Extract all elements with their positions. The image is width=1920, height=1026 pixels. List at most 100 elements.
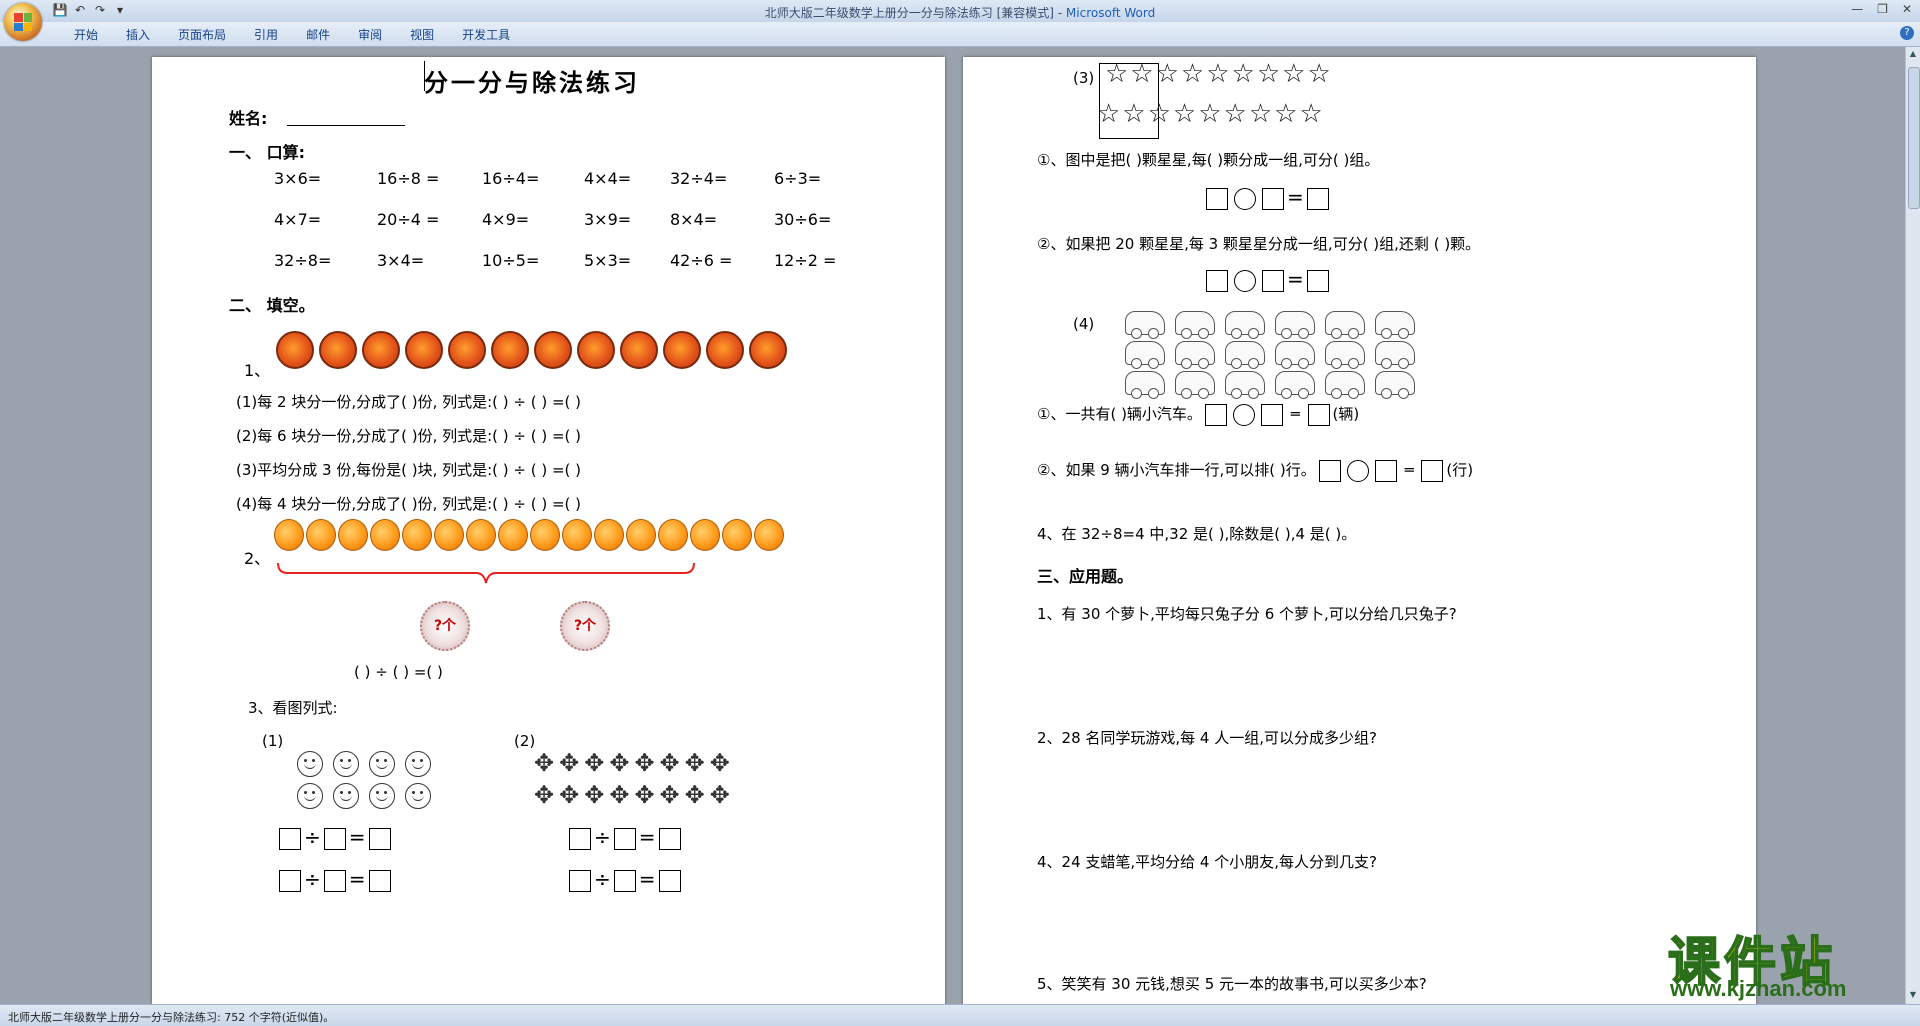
close-icon[interactable]: ✕: [1902, 2, 1912, 16]
help-icon[interactable]: ?: [1900, 26, 1914, 40]
oral-item: 4×4=: [584, 169, 632, 188]
tab-developer[interactable]: 开发工具: [448, 26, 524, 43]
car-icon: [1175, 341, 1215, 369]
pizza-icon: [405, 331, 443, 369]
oral-item: 12÷2 =: [774, 251, 837, 270]
pizza-icon: [620, 331, 658, 369]
oral-item: 4×9=: [482, 210, 530, 229]
tab-references[interactable]: 引用: [240, 26, 292, 43]
application-question-4: 4、24 支蜡笔,平均分给 4 个小朋友,每人分到几支?: [1037, 853, 1377, 871]
title-bar: 💾 ↶ ↷ ▾ 北师大版二年级数学上册分一分与除法练习 [兼容模式] - Mic…: [0, 0, 1920, 23]
orange-row: [274, 519, 786, 555]
oral-item: 6÷3=: [774, 169, 822, 188]
window-title: 北师大版二年级数学上册分一分与除法练习 [兼容模式] - Microsoft W…: [764, 6, 1156, 20]
fill-line-2: (2)每 6 块分一份,分成了( )份, 列式是:( ) ÷ ( ) =( ): [236, 427, 582, 445]
office-button[interactable]: [4, 3, 42, 41]
maximize-icon[interactable]: ❐: [1877, 2, 1888, 16]
smiley-icon: [333, 751, 359, 777]
flower-icon: ✥: [634, 781, 655, 809]
car-icon: [1375, 311, 1415, 339]
car-icon: [1275, 341, 1315, 369]
division-line: ( ) ÷ ( ) =( ): [354, 663, 443, 681]
flower-icon: ✥: [709, 749, 730, 777]
oral-item: 4×7=: [274, 210, 322, 229]
car-icon: [1175, 371, 1215, 399]
minimize-icon[interactable]: —: [1851, 2, 1863, 16]
fill-line-1: (1)每 2 块分一份,分成了( )份, 列式是:( ) ÷ ( ) =( ): [236, 393, 582, 411]
orange-icon: [306, 519, 336, 551]
star-question-2: ②、如果把 20 颗星星,每 3 颗星星分成一组,可分( )组,还剩 ( )颗。: [1037, 235, 1481, 253]
oral-item: 5×3=: [584, 251, 632, 270]
tab-view[interactable]: 视图: [396, 26, 448, 43]
car-icon: [1225, 311, 1265, 339]
oral-item: 16÷8 =: [377, 169, 440, 188]
status-bar: 北师大版二年级数学上册分一分与除法练习: 752 个字符(近似值)。: [0, 1004, 1920, 1026]
car-icon: [1225, 341, 1265, 369]
car-icon: [1325, 371, 1365, 399]
section-1-heading: 一、 口算:: [229, 143, 305, 162]
equation-boxes-2a: ÷ =: [566, 825, 684, 850]
pizza-icon: [706, 331, 744, 369]
car-row-1: [1125, 311, 1425, 339]
flower-icon: ✥: [559, 749, 580, 777]
flower-icon: ✥: [609, 749, 630, 777]
name-blank[interactable]: [287, 125, 405, 126]
orange-icon: [722, 519, 752, 551]
oral-item: 30÷6=: [774, 210, 832, 229]
scroll-down-icon[interactable]: ▼: [1908, 990, 1918, 1002]
text-cursor: [424, 61, 425, 91]
star-row-1: ☆☆☆☆☆☆☆☆☆: [1105, 59, 1333, 89]
smiley-row-2: [297, 783, 441, 813]
scroll-up-icon[interactable]: ▲: [1908, 49, 1918, 61]
sub-question-1-label: (1): [262, 732, 284, 750]
page-title: 分一分与除法练习: [424, 68, 640, 97]
orange-icon: [402, 519, 432, 551]
smiley-icon: [405, 783, 431, 809]
orange-icon: [498, 519, 528, 551]
sub-question-2-label: (2): [514, 732, 536, 750]
tab-home[interactable]: 开始: [60, 26, 112, 43]
document-page-1[interactable]: 分一分与除法练习 姓名: 一、 口算: 3×6= 16÷8 = 16÷4= 4×…: [152, 57, 945, 1004]
tab-mailings[interactable]: 邮件: [292, 26, 344, 43]
car-icon: [1375, 371, 1415, 399]
car-question-1: ①、一共有( )辆小汽车。 ═ (辆): [1037, 403, 1359, 426]
smiley-icon: [405, 751, 431, 777]
question-badge-2: ?个: [560, 601, 610, 651]
pizza-icon: [362, 331, 400, 369]
flower-icon: ✥: [609, 781, 630, 809]
orange-icon: [338, 519, 368, 551]
oral-item: 32÷8=: [274, 251, 332, 270]
equation-boxes-1a: ÷ =: [276, 825, 394, 850]
status-text: 北师大版二年级数学上册分一分与除法练习: 752 个字符(近似值)。: [8, 1011, 335, 1024]
application-question-2: 2、28 名同学玩游戏,每 4 人一组,可以分成多少组?: [1037, 729, 1377, 747]
document-page-2[interactable]: (3) ☆☆☆☆☆☆☆☆☆ ☆☆☆☆☆☆☆☆☆ ①、图中是把( )颗星星,每( …: [963, 57, 1756, 1004]
q3-label: (3): [1073, 69, 1095, 87]
orange-icon: [658, 519, 688, 551]
flower-icon: ✥: [709, 781, 730, 809]
pizza-icon: [319, 331, 357, 369]
orange-icon: [530, 519, 560, 551]
tab-review[interactable]: 审阅: [344, 26, 396, 43]
flower-icon: ✥: [534, 749, 555, 777]
smiley-row-1: [297, 751, 441, 781]
q4-label: (4): [1073, 315, 1095, 333]
pizza-icon: [276, 331, 314, 369]
car-icon: [1175, 311, 1215, 339]
application-question-1: 1、有 30 个萝卜,平均每只兔子分 6 个萝卜,可以分给几只兔子?: [1037, 605, 1457, 623]
orange-icon: [562, 519, 592, 551]
vertical-scrollbar[interactable]: ▲ ▼: [1905, 47, 1920, 1004]
oral-item: 20÷4 =: [377, 210, 440, 229]
car-icon: [1325, 341, 1365, 369]
question-1-number: 1、: [244, 361, 271, 380]
question-3-heading: 3、看图列式:: [248, 699, 338, 717]
orange-icon: [370, 519, 400, 551]
fill-line-3: (3)平均分成 3 份,每份是( )块, 列式是:( ) ÷ ( ) =( ): [236, 461, 582, 479]
section-3-heading: 三、应用题。: [1037, 567, 1134, 586]
scroll-thumb[interactable]: [1908, 67, 1920, 209]
tab-page-layout[interactable]: 页面布局: [164, 26, 240, 43]
equation-boxes-2b: ÷ =: [566, 867, 684, 892]
pizza-icon: [534, 331, 572, 369]
equation-boxes-1b: ÷ =: [276, 867, 394, 892]
orange-icon: [594, 519, 624, 551]
tab-insert[interactable]: 插入: [112, 26, 164, 43]
